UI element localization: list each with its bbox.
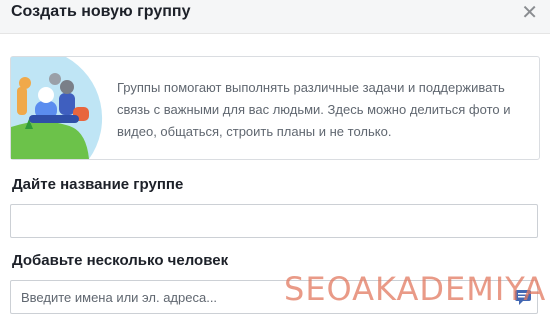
info-text: Группы помогают выполнять различные зада… xyxy=(117,80,511,139)
group-name-input[interactable] xyxy=(10,204,538,238)
message-icon[interactable] xyxy=(514,288,532,306)
members-input[interactable] xyxy=(10,280,538,314)
dialog-header: Создать новую группу ✕ xyxy=(0,0,550,34)
group-name-label: Дайте название группе xyxy=(12,176,184,193)
close-icon[interactable]: ✕ xyxy=(521,3,538,23)
members-label: Добавьте несколько человек xyxy=(12,252,229,269)
dialog-title: Создать новую группу xyxy=(11,3,191,20)
info-box: Группы помогают выполнять различные зада… xyxy=(10,56,540,160)
group-animals-illustration xyxy=(11,57,103,159)
